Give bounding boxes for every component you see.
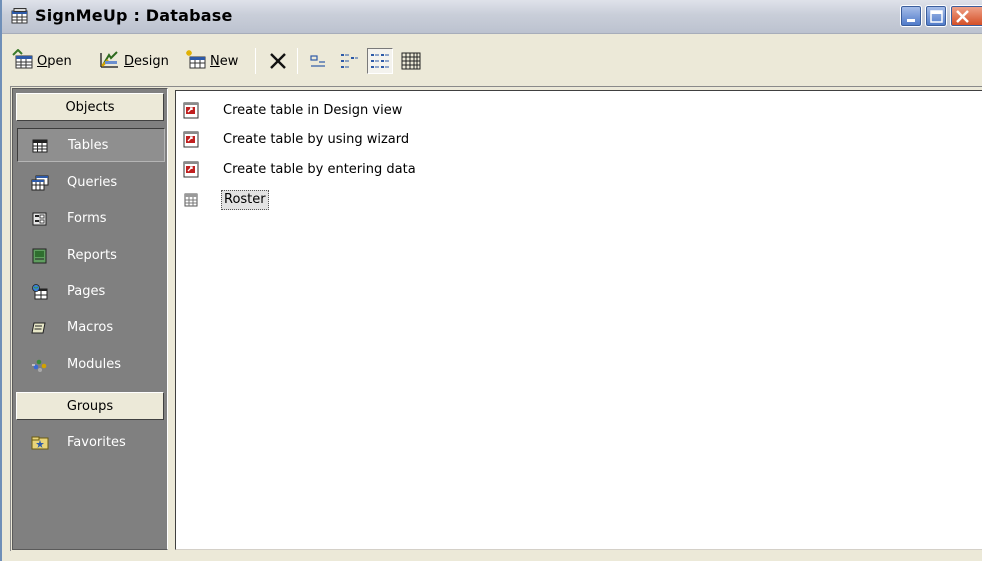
- shortcut-icon: [182, 131, 200, 149]
- shortcut-icon: [182, 161, 200, 179]
- query-icon: [31, 175, 49, 191]
- large-icons-icon: [310, 55, 325, 67]
- objects-group-header[interactable]: Objects: [16, 93, 164, 121]
- objects-item-reports[interactable]: Reports: [17, 239, 165, 273]
- list-item-label: Create table by entering data: [223, 162, 416, 177]
- objects-item-label: Reports: [67, 248, 117, 263]
- objects-item-forms[interactable]: Forms: [17, 202, 165, 236]
- database-body: Objects Tables Queries Forms Reports Pag…: [10, 86, 982, 551]
- groups-item-label: Favorites: [67, 435, 126, 450]
- objects-item-modules[interactable]: Modules: [17, 348, 165, 382]
- database-toolbar: Open Design New: [2, 35, 982, 85]
- object-list: Create table in Design view Create table…: [175, 90, 982, 550]
- objects-item-queries[interactable]: Queries: [17, 166, 165, 200]
- objects-item-macros[interactable]: Macros: [17, 311, 165, 345]
- objects-item-label: Tables: [68, 138, 109, 153]
- database-icon: [11, 8, 29, 24]
- objects-item-label: Modules: [67, 357, 122, 372]
- open-icon: [12, 48, 34, 73]
- design-label-accel: D: [124, 53, 135, 69]
- toolbar-separator: [297, 48, 298, 74]
- new-icon: [185, 49, 207, 73]
- close-button[interactable]: [950, 5, 982, 27]
- list-item-label: Create table by using wizard: [223, 132, 410, 147]
- page-icon: [31, 284, 49, 300]
- table-icon: [32, 138, 50, 154]
- minimize-icon: [907, 19, 915, 22]
- objects-item-label: Forms: [67, 211, 107, 226]
- table-icon: [182, 191, 200, 209]
- list-view-button[interactable]: [367, 48, 393, 74]
- close-icon: [956, 10, 969, 23]
- objects-item-label: Macros: [67, 320, 114, 335]
- open-label-accel: O: [37, 53, 48, 69]
- groups-item-favorites[interactable]: Favorites: [17, 426, 165, 460]
- open-label: pen: [47, 53, 72, 69]
- module-icon: [31, 357, 49, 373]
- list-item-label: Create table in Design view: [223, 103, 403, 118]
- objects-item-label: Pages: [67, 284, 106, 299]
- toolbar-separator: [255, 48, 256, 74]
- small-icons-icon: [341, 54, 358, 68]
- list-item-label: Roster: [221, 190, 269, 210]
- macro-icon: [31, 320, 49, 336]
- objects-item-tables[interactable]: Tables: [17, 128, 165, 162]
- new-button[interactable]: New: [185, 48, 238, 74]
- objects-item-pages[interactable]: Pages: [17, 275, 165, 309]
- title-bar[interactable]: SignMeUp : Database: [2, 0, 982, 34]
- details-icon: [401, 52, 421, 70]
- objects-bar: Objects Tables Queries Forms Reports Pag…: [12, 88, 168, 550]
- delete-x-icon: [270, 53, 286, 69]
- design-button[interactable]: Design: [99, 48, 169, 74]
- maximize-button[interactable]: [925, 5, 947, 27]
- open-button[interactable]: Open: [12, 48, 72, 74]
- window-bottom-edge: [2, 551, 982, 561]
- design-label: esign: [134, 53, 169, 69]
- new-label-accel: N: [210, 53, 220, 69]
- objects-item-label: Queries: [67, 175, 118, 190]
- window-title: SignMeUp : Database: [35, 6, 233, 25]
- list-icon: [371, 54, 389, 68]
- new-label: ew: [219, 53, 239, 69]
- maximize-icon: [930, 10, 943, 23]
- database-window: SignMeUp : Database Open Design New Obje…: [0, 0, 982, 561]
- details-view-button[interactable]: [398, 48, 424, 74]
- shortcut-icon: [182, 102, 200, 120]
- groups-header[interactable]: Groups: [16, 392, 164, 420]
- delete-button[interactable]: [265, 48, 291, 74]
- report-icon: [31, 248, 49, 264]
- minimize-button[interactable]: [900, 5, 922, 27]
- small-icons-view-button[interactable]: [336, 48, 362, 74]
- favorites-folder-icon: [31, 435, 49, 451]
- form-icon: [31, 211, 49, 227]
- large-icons-view-button[interactable]: [305, 48, 331, 74]
- design-icon: [99, 49, 121, 73]
